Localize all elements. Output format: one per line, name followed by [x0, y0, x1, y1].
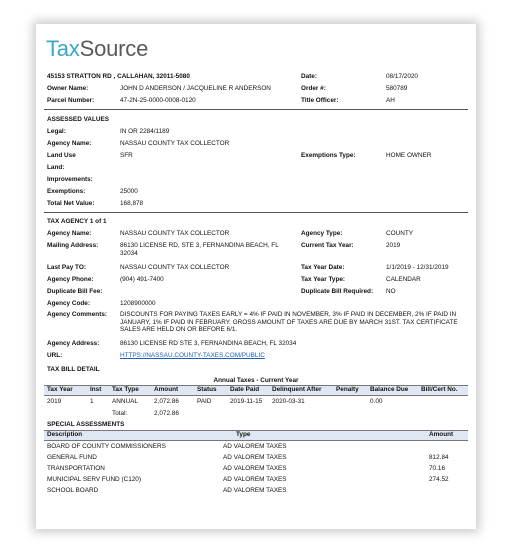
- table-row-balance-due: 0.00: [370, 398, 383, 405]
- order-value: 580789: [386, 85, 408, 92]
- list-item-type: AD VALOREM TAXES: [223, 465, 287, 472]
- table-row-delinquent-after: 2020-03-31: [272, 398, 305, 405]
- table-row-tax-type: ANNUAL: [112, 398, 138, 405]
- col-amount: Amount: [154, 386, 179, 393]
- col-description: Description: [47, 431, 83, 438]
- agency-code-value: 1208900000: [120, 300, 156, 307]
- list-item-type: AD VALOREM TAXES: [223, 443, 287, 450]
- order-label: Order #:: [301, 85, 326, 92]
- col-inst: Inst: [90, 386, 102, 393]
- total-net-value-label: Total Net Value:: [47, 200, 95, 207]
- property-address: 45153 STRATTON RD , CALLAHAN, 32011-5080: [47, 73, 190, 80]
- exemptions-type-label: Exemptions Type:: [301, 152, 356, 159]
- title-officer-value: AH: [386, 97, 395, 104]
- list-item-description: BOARD OF COUNTY COMMISSIONERS: [47, 443, 166, 450]
- improvements-label: Improvements:: [47, 176, 93, 183]
- last-pay-to-value: NASSAU COUNTY TAX COLLECTOR: [120, 264, 230, 271]
- tax-year-type-value: CALENDAR: [386, 276, 421, 283]
- list-item-type: AD VALOREM TAXES: [223, 487, 287, 494]
- col-delinquent-after: Delinquent After: [272, 386, 322, 393]
- divider: [44, 109, 468, 110]
- agency-phone-value: (904) 491-7400: [120, 276, 164, 283]
- owner-label: Owner Name:: [47, 85, 89, 92]
- bill-total-value: 2,072.86: [154, 410, 179, 417]
- col-tax-year: Tax Year: [47, 386, 73, 393]
- divider: [44, 212, 468, 213]
- land-use-value: SFR: [120, 152, 133, 159]
- agency-url-link[interactable]: HTTPS://NASSAU.COUNTY-TAXES.COM/PUBLIC: [120, 352, 265, 360]
- parcel-value: 47-2N-25-0000-0008-0120: [120, 97, 196, 104]
- duplicate-bill-required-label: Duplicate Bill Required:: [301, 288, 374, 295]
- list-item-description: SCHOOL BOARD: [47, 487, 99, 494]
- col-penalty: Penalty: [336, 386, 359, 393]
- date-label: Date:: [301, 73, 317, 80]
- list-item-description: MUNICIPAL SERV FUND (C120): [47, 476, 141, 483]
- agency-type-label: Agency Type:: [301, 230, 343, 237]
- tax-report-document: TaxSource 45153 STRATTON RD , CALLAHAN, …: [36, 24, 476, 529]
- duplicate-bill-required-value: NO: [386, 288, 396, 295]
- agency-comments-label: Agency Comments:: [47, 311, 108, 318]
- col-type: Type: [236, 431, 251, 438]
- agency-type-value: COUNTY: [386, 230, 413, 237]
- col-status: Status: [197, 386, 217, 393]
- list-item-amount: 812.84: [429, 454, 449, 461]
- assessed-values-heading: ASSESSED VALUES: [47, 116, 110, 123]
- list-item-amount: 274.52: [429, 476, 449, 483]
- list-item-description: GENERAL FUND: [47, 454, 97, 461]
- exemptions-label: Exemptions:: [47, 188, 86, 195]
- list-item-type: AD VALOREM TAXES: [223, 476, 287, 483]
- table-row-status: PAID: [197, 398, 212, 405]
- table-row-amount: 2,072.86: [154, 398, 179, 405]
- bill-total-label: Total:: [112, 410, 128, 417]
- exemptions-value: 25000: [120, 188, 138, 195]
- exemptions-type-value: HOME OWNER: [386, 152, 432, 159]
- list-item-description: TRANSPORTATION: [47, 465, 105, 472]
- tax-bill-detail-heading: TAX BILL DETAIL: [47, 366, 100, 373]
- url-label: URL:: [47, 352, 63, 359]
- tax-year-date-label: Tax Year Date:: [301, 264, 345, 271]
- tax-agency-heading: TAX AGENCY 1 of 1: [47, 218, 107, 225]
- special-assessments-heading: SPECIAL ASSESSMENTS: [47, 421, 125, 428]
- agency-address-value: 86130 LICENSE RD STE 3, FERNANDINA BEACH…: [120, 340, 297, 347]
- duplicate-bill-fee-label: Duplicate Bill Fee:: [47, 288, 103, 295]
- special-table-header: [44, 430, 468, 441]
- agency-code-label: Agency Code:: [47, 300, 90, 307]
- agency-address-label: Agency Address:: [47, 340, 100, 347]
- list-item-type: AD VALOREM TAXES: [223, 454, 287, 461]
- land-label: Land:: [47, 164, 65, 171]
- current-tax-year-label: Current Tax Year:: [301, 242, 354, 249]
- col-bill-cert-no: Bill/Cert No.: [421, 386, 458, 393]
- agency-name-label: Agency Name:: [47, 230, 92, 237]
- tax-year-date-value: 1/1/2019 - 12/31/2019: [386, 264, 449, 271]
- agency-phone-label: Agency Phone:: [47, 276, 94, 283]
- last-pay-to-label: Last Pay TO:: [47, 264, 86, 271]
- taxsource-logo: TaxSource: [46, 36, 149, 61]
- agency-comments-value: DISCOUNTS FOR PAYING TAXES EARLY = 4% IF…: [120, 311, 458, 333]
- tax-year-type-label: Tax Year Type:: [301, 276, 346, 283]
- current-tax-year-value: 2019: [386, 242, 401, 249]
- col-balance-due: Balance Due: [370, 386, 409, 393]
- col-special-amount: Amount: [429, 431, 454, 438]
- legal-label: Legal:: [47, 128, 66, 135]
- table-row-inst: 1: [90, 398, 94, 405]
- mailing-address-label: Mailing Address:: [47, 242, 99, 249]
- table-row-date-paid: 2019-11-15: [230, 398, 263, 405]
- col-tax-type: Tax Type: [112, 386, 139, 393]
- land-use-label: Land Use: [47, 152, 76, 159]
- title-officer-label: Title Officer:: [301, 97, 339, 104]
- owner-value: JOHN D ANDERSON / JACQUELINE R ANDERSON: [120, 85, 271, 92]
- agency-name-value: NASSAU COUNTY TAX COLLECTOR: [120, 230, 230, 237]
- date-value: 08/17/2020: [386, 73, 418, 80]
- total-net-value: 168,878: [120, 200, 144, 207]
- table-row-tax-year: 2019: [47, 398, 62, 405]
- assessed-agency-label: Agency Name:: [47, 140, 92, 147]
- annual-taxes-subheading: Annual Taxes - Current Year: [213, 377, 299, 384]
- legal-value: IN OR 2284/1189: [120, 128, 170, 135]
- assessed-agency-value: NASSAU COUNTY TAX COLLECTOR: [120, 140, 230, 147]
- parcel-label: Parcel Number:: [47, 97, 95, 104]
- list-item-amount: 70.16: [429, 465, 445, 472]
- mailing-address-value: 86130 LICENSE RD, STE 3, FERNANDINA BEAC…: [120, 242, 279, 257]
- col-date-paid: Date Paid: [230, 386, 260, 393]
